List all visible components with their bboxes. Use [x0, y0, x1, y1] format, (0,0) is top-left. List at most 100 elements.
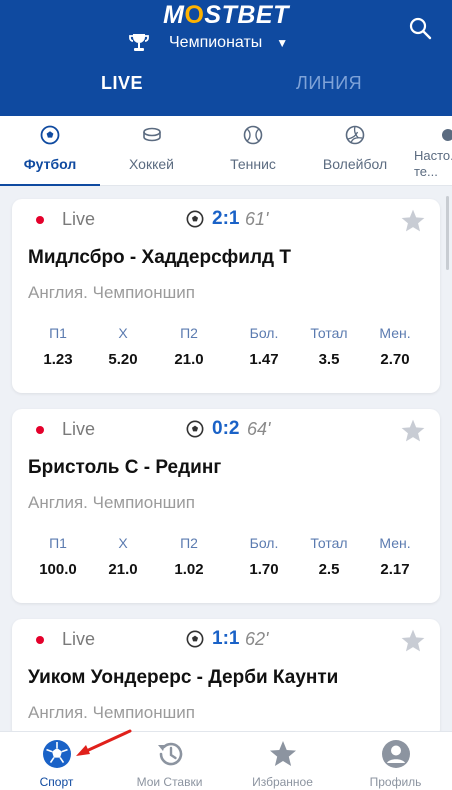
match-league: Англия. Чемпионшип — [28, 703, 195, 722]
odd-under[interactable]: Мен. 2.70 — [366, 325, 424, 368]
odd-p1[interactable]: П1 1.23 — [29, 325, 87, 368]
match-minute: 64' — [247, 419, 271, 439]
active-tab-indicator — [0, 184, 100, 186]
tab-hockey[interactable]: Хоккей — [100, 116, 203, 186]
match-league: Англия. Чемпионшип — [28, 283, 195, 302]
tennis-ball-icon — [243, 125, 263, 145]
odd-type: П2 — [180, 535, 198, 551]
soccer-ball-icon — [186, 210, 204, 228]
scrollbar[interactable] — [446, 196, 449, 270]
tab-label: Волейбол — [322, 156, 388, 172]
championships-dropdown[interactable]: Чемпионаты ▼ — [127, 30, 288, 56]
tab-label: Теннис — [230, 156, 276, 172]
match-teams: Уиком Уондерерс - Дерби Каунти — [28, 667, 339, 688]
favorite-star-icon[interactable] — [400, 628, 426, 654]
odd-value: 1.47 — [249, 351, 279, 368]
bottom-navigation: Спорт Мои Ставки Избранное Профиль — [0, 731, 452, 790]
live-status: Live — [62, 419, 96, 439]
match-teams: Мидлсбро - Хаддерсфилд Т — [28, 247, 291, 268]
odd-value: 1.02 — [174, 561, 204, 578]
tab-table-tennis[interactable]: Насто... те... — [410, 116, 452, 186]
match-card[interactable]: Live 1:1 62' Уиком Уондерерс - Дерби Кау… — [12, 619, 440, 739]
favorite-star-icon[interactable] — [400, 418, 426, 444]
odd-over[interactable]: Бол. 1.70 — [235, 535, 293, 578]
odd-total: Тотал 2.5 — [300, 535, 358, 578]
trophy-icon — [129, 34, 149, 51]
odd-type: Мен. — [379, 325, 411, 341]
tab-label: Футбол — [23, 156, 77, 172]
odd-type: Х — [118, 535, 128, 551]
caret-down-icon: ▼ — [276, 36, 289, 50]
search-icon[interactable] — [408, 16, 432, 40]
nav-label: Избранное — [252, 775, 313, 789]
match-score: 2:1 — [212, 208, 240, 229]
soccer-ball-icon — [186, 420, 204, 438]
soccer-ball-icon — [186, 630, 204, 648]
odd-over[interactable]: Бол. 1.47 — [235, 325, 293, 368]
odd-type: П1 — [49, 325, 67, 341]
match-league: Англия. Чемпионшип — [28, 493, 195, 512]
odd-value: 1.23 — [43, 351, 73, 368]
odd-type: Бол. — [249, 535, 279, 551]
odd-total: Тотал 3.5 — [300, 325, 358, 368]
table-tennis-icon — [442, 129, 452, 141]
volleyball-icon — [345, 125, 365, 145]
odd-type: Х — [118, 325, 128, 341]
history-icon — [157, 742, 182, 766]
odd-p2[interactable]: П2 1.02 — [160, 535, 218, 578]
odd-value: 2.17 — [380, 561, 410, 578]
live-indicator — [36, 216, 44, 224]
tab-volleyball[interactable]: Волейбол — [303, 116, 407, 186]
nav-profile[interactable]: Профиль — [339, 732, 452, 790]
match-score: 1:1 — [212, 628, 240, 649]
soccer-ball-icon — [40, 125, 60, 145]
odd-type: Бол. — [249, 325, 279, 341]
odd-p2[interactable]: П2 21.0 — [160, 325, 218, 368]
nav-label: Мои Ставки — [136, 775, 203, 789]
odd-type: Тотал — [310, 325, 348, 341]
match-minute: 61' — [245, 209, 269, 229]
live-indicator — [36, 426, 44, 434]
star-icon — [269, 741, 296, 766]
odd-type: П2 — [180, 325, 198, 341]
tab-line[interactable]: ЛИНИЯ — [296, 73, 362, 94]
nav-label: Профиль — [369, 775, 422, 789]
live-indicator — [36, 636, 44, 644]
nav-label: Спорт — [39, 775, 74, 789]
tab-label: Насто... те... — [414, 148, 452, 179]
odd-type: П1 — [49, 535, 67, 551]
odd-value: 2.5 — [318, 561, 340, 578]
soccer-ball-icon — [42, 740, 71, 768]
tab-label: Хоккей — [129, 156, 174, 172]
red-arrow-annotation — [76, 729, 132, 756]
odd-value: 21.0 — [174, 351, 204, 368]
mostbet-logo[interactable]: MOSTBET — [0, 1, 452, 30]
match-card[interactable]: Live 0:2 64' Бристоль С - Рединг Англия.… — [12, 409, 440, 603]
sports-tabs: Футбол Хоккей Теннис Волейбол Насто... т… — [0, 116, 452, 186]
nav-favorites[interactable]: Избранное — [226, 732, 339, 790]
live-status: Live — [62, 209, 96, 229]
match-score: 0:2 — [212, 418, 240, 439]
tab-football[interactable]: Футбол — [0, 116, 100, 186]
odd-type: Мен. — [379, 535, 411, 551]
odd-value: 5.20 — [108, 351, 138, 368]
match-teams: Бристоль С - Рединг — [28, 457, 222, 478]
live-status: Live — [62, 629, 96, 649]
profile-icon — [381, 740, 410, 768]
favorite-star-icon[interactable] — [400, 208, 426, 234]
odd-x[interactable]: Х 21.0 — [94, 535, 152, 578]
championships-label: Чемпионаты — [169, 34, 263, 51]
odd-value: 100.0 — [39, 561, 77, 578]
hockey-puck-icon — [142, 127, 161, 142]
app-header: MOSTBET Чемпионаты ▼ LIVE ЛИНИЯ — [0, 0, 452, 116]
odd-under[interactable]: Мен. 2.17 — [366, 535, 424, 578]
odd-p1[interactable]: П1 100.0 — [29, 535, 87, 578]
tab-live[interactable]: LIVE — [101, 73, 143, 94]
odd-x[interactable]: Х 5.20 — [94, 325, 152, 368]
match-card[interactable]: Live 2:1 61' Мидлсбро - Хаддерсфилд Т Ан… — [12, 199, 440, 393]
tab-tennis[interactable]: Теннис — [203, 116, 303, 186]
match-minute: 62' — [245, 629, 269, 649]
odd-value: 21.0 — [108, 561, 138, 578]
odd-value: 1.70 — [249, 561, 279, 578]
odd-value: 3.5 — [318, 351, 340, 368]
